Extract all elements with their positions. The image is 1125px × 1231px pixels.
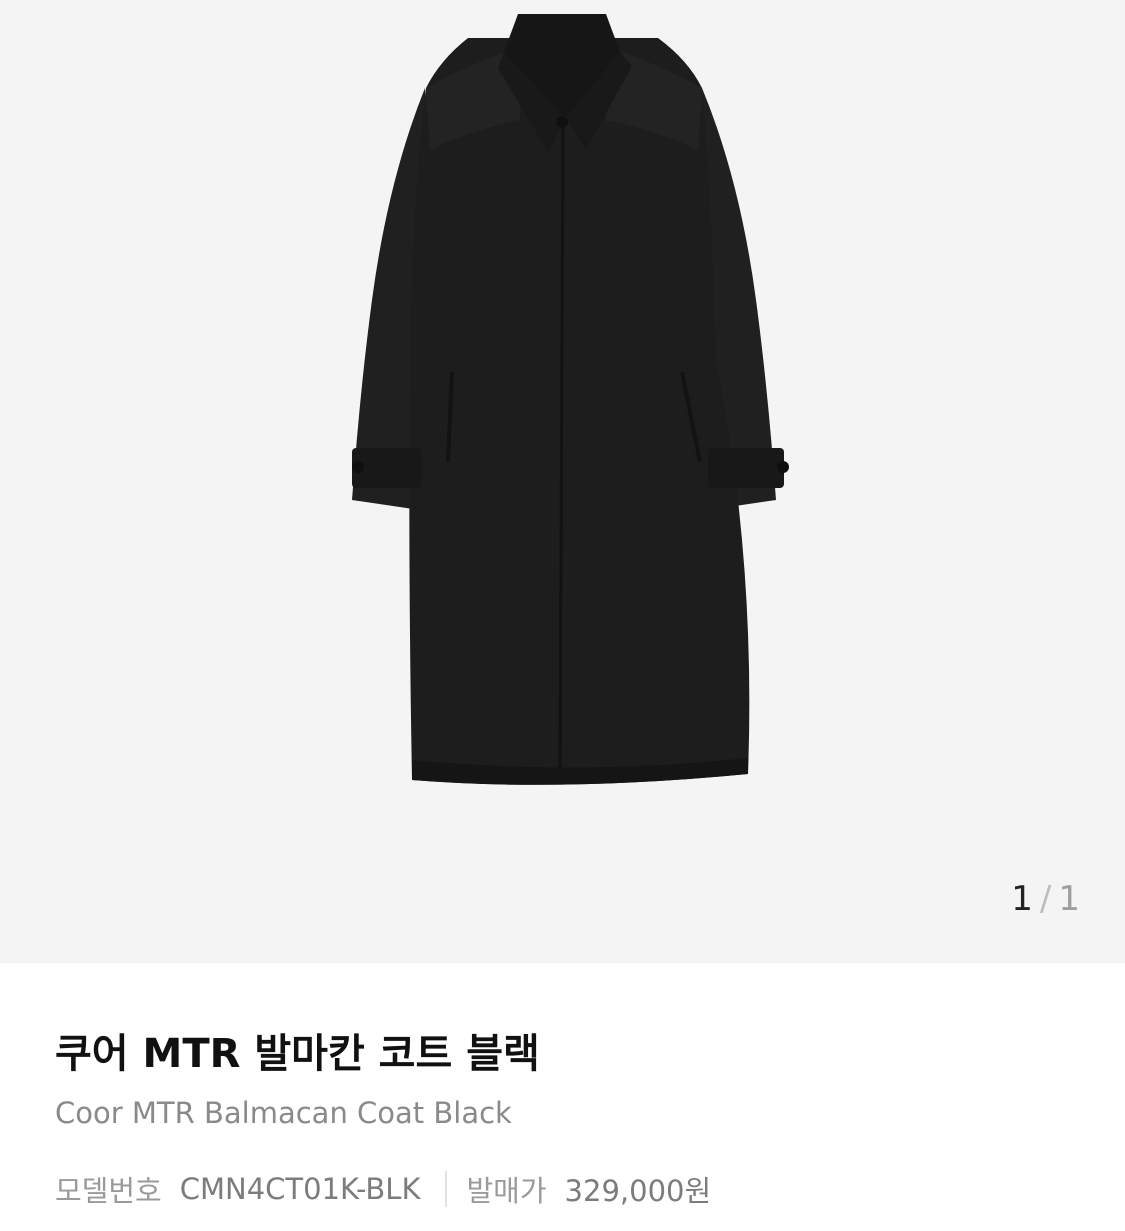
- product-image-gallery[interactable]: 1/1: [0, 0, 1125, 963]
- pager-separator: /: [1039, 879, 1053, 919]
- product-image-coat: [352, 14, 789, 785]
- model-number-value: CMN4CT01K-BLK: [179, 1172, 421, 1206]
- product-title-ko: 쿠어 MTR 발마칸 코트 블랙: [55, 1031, 540, 1077]
- meta-divider: [444, 1171, 447, 1207]
- product-meta: 모델번호 CMN4CT01K-BLK 발매가 329,000원: [55, 1168, 711, 1210]
- release-price-value: 329,000원: [564, 1174, 712, 1208]
- product-title-en: Coor MTR Balmacan Coat Black: [55, 1096, 512, 1130]
- pager-current: 1: [1011, 879, 1034, 919]
- image-pager: 1/1: [1011, 879, 1081, 919]
- model-number-label: 모델번호: [55, 1174, 162, 1208]
- pager-total: 1: [1058, 879, 1081, 919]
- release-price-label: 발매가: [466, 1174, 547, 1208]
